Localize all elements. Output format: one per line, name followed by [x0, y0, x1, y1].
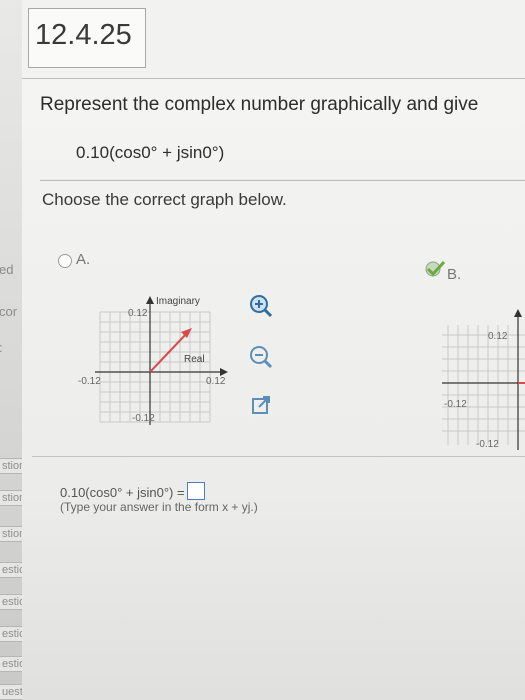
imaginary-axis-arrow: [146, 296, 154, 304]
tick-label-top: 0.12: [488, 331, 508, 342]
tick-label-bottom: -0.12: [132, 413, 155, 424]
sidebar-fragment: ed: [0, 262, 14, 277]
imaginary-axis-label: Imaginary: [156, 296, 200, 307]
question-number-box: 12.4.25: [28, 8, 146, 68]
option-a-label[interactable]: A.: [76, 251, 90, 268]
answer-hint: (Type your answer in the form x + yj.): [60, 500, 258, 514]
question-panel: 12.4.25 Represent the complex number gra…: [22, 0, 525, 700]
imaginary-axis-arrow: [514, 309, 522, 317]
divider: [32, 456, 525, 457]
divider: [40, 180, 525, 181]
sidebar-fragment: :: [0, 340, 3, 355]
sidebar-fragment: cor: [0, 304, 18, 319]
option-b-graph: 0.12 -0.12 -0.12: [442, 309, 525, 450]
popout-icon[interactable]: [248, 392, 274, 418]
tick-label-top: 0.12: [128, 308, 148, 319]
option-a-graph: Imaginary Real 0.12 -0.12 -0.12 0.12: [78, 296, 228, 425]
option-b-label[interactable]: B.: [447, 266, 461, 283]
sidebar: ed cor : stion stion stion estion estion…: [0, 0, 41, 700]
question-prompt: Represent the complex number graphically…: [40, 94, 479, 115]
tick-label-right: 0.12: [206, 376, 226, 387]
answer-input[interactable]: [186, 482, 205, 500]
question-header: 12.4.25: [22, 0, 525, 79]
real-axis-label: Real: [184, 354, 205, 365]
zoom-out-icon[interactable]: [248, 344, 274, 370]
option-a-radio[interactable]: [58, 254, 72, 268]
answer-line: 0.10(cos0° + jsin0°) =: [60, 482, 205, 500]
tick-label-bottom: -0.12: [476, 439, 499, 450]
complex-expression: 0.10(cos0° + jsin0°): [76, 143, 225, 162]
tick-label-left: -0.12: [444, 399, 467, 410]
answer-expression: 0.10(cos0° + jsin0°) =: [60, 485, 185, 500]
zoom-in-icon[interactable]: [248, 293, 274, 319]
question-number: 12.4.25: [35, 19, 132, 51]
tick-label-left: -0.12: [78, 376, 101, 387]
real-axis-arrow: [220, 368, 228, 376]
instruction-text: Choose the correct graph below.: [42, 190, 287, 209]
check-icon: [424, 260, 448, 283]
